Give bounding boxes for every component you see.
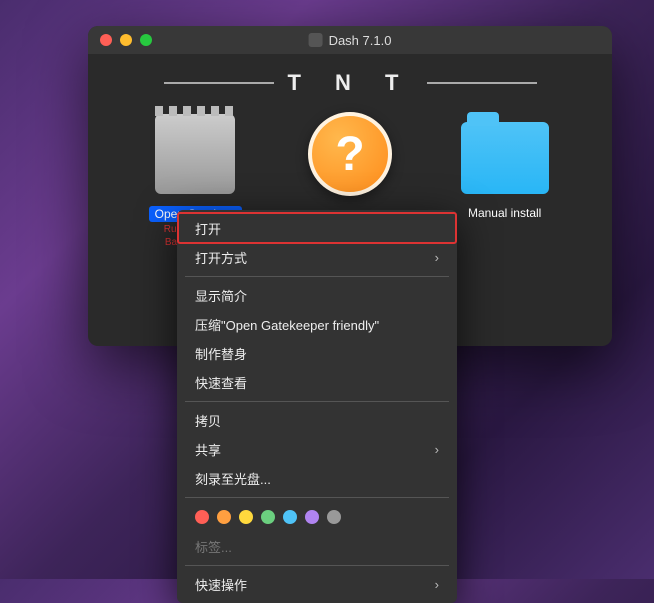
tag-color-dot[interactable]	[305, 510, 319, 524]
minimize-button[interactable]	[120, 34, 132, 46]
tag-color-dot[interactable]	[327, 510, 341, 524]
close-button[interactable]	[100, 34, 112, 46]
separator	[185, 401, 449, 402]
separator	[185, 276, 449, 277]
menu-open[interactable]: 打开	[177, 214, 457, 243]
title-text: Dash 7.1.0	[329, 33, 392, 48]
folder-label: Manual install	[468, 206, 541, 220]
header-line-right	[427, 82, 537, 84]
menu-tags[interactable]: 标签...	[177, 532, 457, 561]
folder-icon	[461, 110, 549, 198]
menu-copy[interactable]: 拷贝	[177, 406, 457, 435]
titlebar: Dash 7.1.0	[88, 26, 612, 54]
window-title: Dash 7.1.0	[309, 33, 392, 48]
menu-burn[interactable]: 刻录至光盘...	[177, 464, 457, 493]
menu-compress[interactable]: 压缩"Open Gatekeeper friendly"	[177, 310, 457, 339]
chevron-right-icon: ›	[435, 442, 439, 457]
menu-share[interactable]: 共享›	[177, 435, 457, 464]
context-menu: 打开 打开方式› 显示简介 压缩"Open Gatekeeper friendl…	[177, 210, 457, 603]
menu-get-info[interactable]: 显示简介	[177, 281, 457, 310]
gatekeeper-icon	[151, 110, 239, 198]
tag-color-dot[interactable]	[195, 510, 209, 524]
menu-quicklook[interactable]: 快速查看	[177, 368, 457, 397]
tnt-logo: T N T	[288, 70, 413, 96]
tag-color-dot[interactable]	[217, 510, 231, 524]
menu-quick-actions[interactable]: 快速操作›	[177, 570, 457, 599]
folder-item[interactable]: Manual install	[430, 110, 580, 220]
separator	[185, 497, 449, 498]
separator	[185, 565, 449, 566]
help-item[interactable]: ?	[275, 110, 425, 204]
chevron-right-icon: ›	[435, 250, 439, 265]
menu-alias[interactable]: 制作替身	[177, 339, 457, 368]
tag-colors	[177, 502, 457, 532]
tag-color-dot[interactable]	[261, 510, 275, 524]
tag-color-dot[interactable]	[283, 510, 297, 524]
chevron-right-icon: ›	[435, 577, 439, 592]
header-line-left	[164, 82, 274, 84]
tag-color-dot[interactable]	[239, 510, 253, 524]
tnt-header: T N T	[108, 70, 592, 96]
traffic-lights	[100, 34, 152, 46]
maximize-button[interactable]	[140, 34, 152, 46]
app-icon	[309, 33, 323, 47]
menu-open-with[interactable]: 打开方式›	[177, 243, 457, 272]
help-icon: ?	[306, 110, 394, 198]
